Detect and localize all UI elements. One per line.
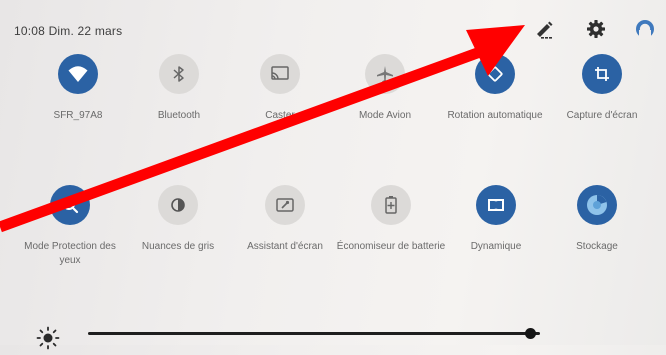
tile-label: Caster: [265, 110, 295, 121]
tile-label: Stockage: [576, 241, 618, 252]
crop-icon: [582, 54, 622, 94]
brightness-icon: [36, 326, 60, 350]
tile-label: SFR_97A8: [53, 110, 103, 121]
header-actions: [0, 0, 666, 60]
dolby-icon: [476, 185, 516, 225]
tile-label: Bluetooth: [157, 110, 201, 121]
airplane-icon: [365, 54, 405, 94]
brightness-slider-thumb[interactable]: [525, 328, 537, 339]
tile-label: Économiseur de batterie: [336, 241, 446, 252]
tile-label: Rotation automatique: [447, 110, 543, 121]
tile-label: Mode Avion: [358, 110, 412, 121]
account-icon[interactable]: [634, 18, 656, 40]
cast-icon: [260, 54, 300, 94]
brightness-slider-track[interactable]: [88, 332, 540, 335]
tile-label: Nuances de gris: [141, 241, 215, 252]
wifi-icon: [58, 54, 98, 94]
grayscale-icon: [158, 185, 198, 225]
tile-label: Dynamique: [470, 241, 522, 252]
bluetooth-icon: [159, 54, 199, 94]
screen-assistant-icon: [265, 185, 305, 225]
storage-icon: [577, 185, 617, 225]
rotation-icon: [475, 54, 515, 94]
edit-pencil-icon[interactable]: [533, 18, 555, 40]
eye-protection-icon: [50, 185, 90, 225]
tile-label: Mode Protection des yeux: [24, 241, 116, 266]
tile-label: Capture d'écran: [566, 110, 638, 121]
tile-label: Assistant d'écran: [247, 241, 323, 252]
battery-saver-icon: [371, 185, 411, 225]
gear-icon[interactable]: [585, 18, 607, 40]
